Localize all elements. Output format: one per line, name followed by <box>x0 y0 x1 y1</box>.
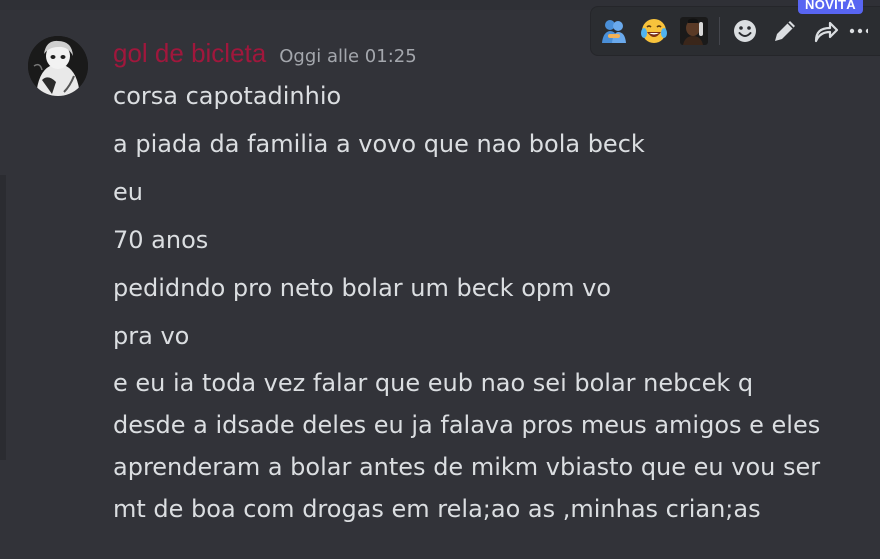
reply-arrow-icon[interactable] <box>808 14 842 48</box>
left-edge-bar <box>0 175 6 460</box>
message-line: 70 anos <box>113 226 209 254</box>
add-reaction-icon[interactable] <box>728 14 762 48</box>
message-line: pedidndo pro neto bolar um beck opm vo <box>113 274 612 302</box>
custom-emoji-icon[interactable] <box>677 14 711 48</box>
message-line: eu <box>113 178 143 206</box>
message-list: corsa capotadinhio a piada da familia a … <box>113 80 858 546</box>
message-line: a piada da familia a vovo que nao bola b… <box>113 130 645 158</box>
username[interactable]: gol de bicleta <box>113 38 266 69</box>
chat-viewport: NOVITÀ gol de bicleta Oggi alle 01:25 co… <box>0 0 880 559</box>
more-options-icon[interactable] <box>848 14 868 48</box>
message-line: corsa capotadinhio <box>113 82 342 110</box>
avatar[interactable] <box>28 36 88 96</box>
toolbar-divider <box>719 17 720 45</box>
message-line: pra vo <box>113 322 190 350</box>
message-line: e eu ia toda vez falar que eub nao sei b… <box>113 369 821 523</box>
people-hugging-emoji-icon[interactable] <box>597 14 631 48</box>
new-feature-badge: NOVITÀ <box>798 0 863 14</box>
timestamp[interactable]: Oggi alle 01:25 <box>279 46 416 67</box>
laughing-crying-emoji-icon[interactable] <box>637 14 671 48</box>
edit-pencil-icon[interactable] <box>768 14 802 48</box>
message-header: gol de bicleta Oggi alle 01:25 <box>113 38 417 72</box>
